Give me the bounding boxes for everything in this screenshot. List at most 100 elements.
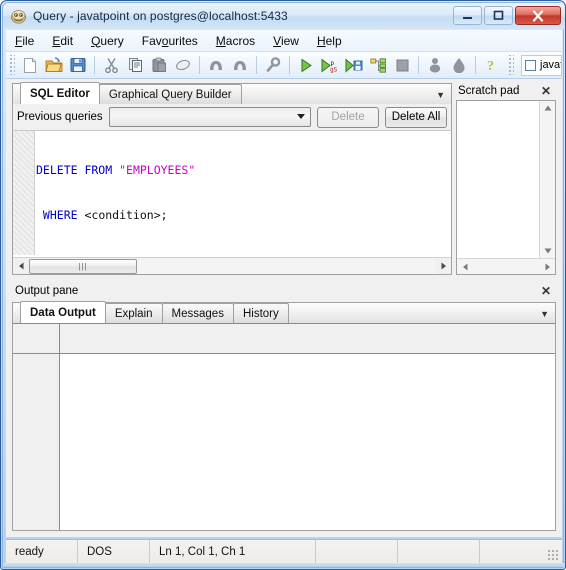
checkbox-box[interactable]: [525, 59, 536, 71]
execute-to-file-icon[interactable]: [342, 54, 366, 77]
grid-column-header-row: [60, 324, 555, 354]
sql-code[interactable]: DELETE FROM "EMPLOYEES" WHERE <condition…: [36, 133, 450, 253]
window-bottom-edge: [3, 563, 565, 567]
toolbar-grip-2[interactable]: [507, 55, 514, 75]
code-token: "EMPLOYEES": [119, 163, 196, 177]
scroll-down-icon[interactable]: [540, 243, 555, 258]
data-output-grid[interactable]: [12, 323, 556, 531]
tab-messages[interactable]: Messages: [161, 303, 234, 323]
tab-graphical-query-builder-label: Graphical Query Builder: [108, 88, 232, 101]
toolbar-separator: [256, 56, 257, 74]
tab-explain-label: Explain: [114, 307, 153, 320]
scratch-pad-panel: Scratch pad ✕: [456, 82, 556, 275]
delete-all-button-label: Delete All: [391, 111, 441, 123]
cancel-query-icon[interactable]: [390, 54, 414, 77]
close-icon[interactable]: ✕: [539, 85, 553, 97]
status-ready-text: ready: [15, 545, 44, 558]
editor-hscroll-track[interactable]: |||: [29, 258, 435, 274]
title-bar[interactable]: Query - javatpoint on postgres@localhost…: [3, 3, 565, 29]
status-position-text: Ln 1, Col 1, Ch 1: [159, 545, 246, 558]
open-file-icon[interactable]: [42, 54, 66, 77]
sql-editor[interactable]: DELETE FROM "EMPLOYEES" WHERE <condition…: [12, 130, 452, 275]
redo-icon[interactable]: [228, 54, 252, 77]
chevron-down-icon[interactable]: [297, 114, 305, 119]
code-token: DELETE FROM: [36, 163, 120, 177]
explain-analyze-icon[interactable]: [423, 54, 447, 77]
grid-corner-cell[interactable]: [13, 324, 60, 354]
menu-item-help[interactable]: Help: [308, 31, 351, 51]
database-checkbox[interactable]: javatpoint: [521, 54, 562, 76]
menu-item-file[interactable]: FFileile: [6, 31, 43, 51]
tab-sql-editor[interactable]: SQL Editor: [20, 82, 100, 104]
tab-graphical-query-builder[interactable]: Graphical Query Builder: [98, 84, 242, 104]
chevron-down-icon[interactable]: ▼: [540, 310, 549, 319]
save-icon[interactable]: [66, 54, 90, 77]
scroll-left-icon[interactable]: [457, 259, 473, 274]
scroll-right-icon[interactable]: [539, 259, 555, 274]
scroll-right-icon[interactable]: [435, 259, 451, 274]
scroll-up-icon[interactable]: [540, 101, 555, 116]
menu-item-view[interactable]: View: [264, 31, 308, 51]
scratch-pad-horizontal-scrollbar[interactable]: [457, 258, 555, 274]
copy-icon[interactable]: [123, 54, 147, 77]
cut-icon[interactable]: [99, 54, 123, 77]
tab-data-output[interactable]: Data Output: [20, 301, 106, 323]
status-ready: ready: [6, 539, 78, 564]
undo-icon[interactable]: [204, 54, 228, 77]
explain-buffers-icon[interactable]: [447, 54, 471, 77]
pgadmin-query-icon: [10, 8, 27, 25]
status-rows: [316, 539, 398, 564]
caption-buttons: [453, 6, 561, 25]
paste-icon[interactable]: [147, 54, 171, 77]
code-token: <condition>;: [84, 208, 168, 222]
tab-history-label: History: [242, 307, 279, 320]
delete-all-button[interactable]: Delete All: [385, 106, 447, 128]
new-query-icon[interactable]: [18, 54, 42, 77]
editor-horizontal-scrollbar[interactable]: |||: [13, 257, 451, 274]
tab-explain[interactable]: Explain: [104, 303, 163, 323]
help-icon[interactable]: ?: [480, 54, 504, 77]
delete-button[interactable]: Delete: [317, 106, 379, 128]
close-icon[interactable]: ✕: [541, 285, 551, 297]
menu-item-macros[interactable]: Macros: [207, 31, 264, 51]
close-button[interactable]: [515, 6, 561, 25]
client-area: SQL Editor Graphical Query Builder ▼ Pre…: [6, 79, 562, 537]
toolbar-separator: [418, 56, 419, 74]
tab-messages-label: Messages: [171, 307, 224, 320]
code-token: WHERE: [36, 208, 85, 222]
toolbar-separator: [199, 56, 200, 74]
toolbar-separator: [94, 56, 95, 74]
find-replace-icon[interactable]: [261, 54, 285, 77]
clear-window-icon[interactable]: [171, 54, 195, 77]
editor-hscroll-thumb[interactable]: |||: [29, 258, 137, 274]
maximize-button[interactable]: [484, 6, 513, 25]
tab-history[interactable]: History: [232, 303, 289, 323]
execute-query-icon[interactable]: [294, 54, 318, 77]
scroll-left-icon[interactable]: [13, 259, 29, 274]
delete-button-label: Delete: [331, 111, 365, 123]
scratch-pad-textarea[interactable]: [456, 100, 556, 275]
scroll-thumb-grip: |||: [78, 261, 88, 271]
status-bar: ready DOS Ln 1, Col 1, Ch 1: [6, 539, 562, 564]
scratch-pad-vertical-scrollbar[interactable]: [539, 101, 555, 258]
resize-grip[interactable]: [547, 549, 559, 561]
status-encoding: DOS: [78, 539, 150, 564]
grid-row-header-column: [13, 354, 60, 530]
execute-pgscript-icon[interactable]: p gS: [318, 54, 342, 77]
maximize-icon: [493, 10, 504, 20]
sql-panel: SQL Editor Graphical Query Builder ▼ Pre…: [12, 82, 452, 275]
minimize-button[interactable]: [453, 6, 482, 25]
menu-item-edit[interactable]: Edit: [43, 31, 82, 51]
menu-item-favourites[interactable]: Favourites: [133, 31, 207, 51]
minimize-icon: [463, 16, 472, 19]
explain-query-icon[interactable]: [366, 54, 390, 77]
query-window: Query - javatpoint on postgres@localhost…: [0, 0, 566, 570]
chevron-down-icon[interactable]: ▼: [436, 91, 445, 100]
previous-queries-combo[interactable]: [108, 107, 311, 127]
menu-item-query[interactable]: Query: [82, 31, 133, 51]
previous-queries-row: Previous queries Delete Delete All: [12, 104, 452, 130]
toolbar-separator: [475, 56, 476, 74]
toolbar-grip[interactable]: [8, 55, 15, 75]
svg-text:gS: gS: [330, 66, 338, 73]
editor-gutter: [13, 131, 35, 255]
